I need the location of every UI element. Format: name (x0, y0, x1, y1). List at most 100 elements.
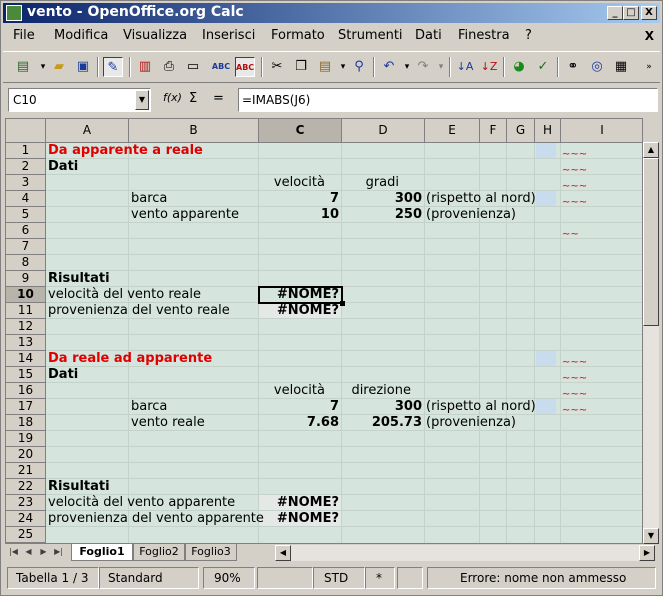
row-header[interactable]: 11 (6, 303, 46, 319)
sheet-tab-foglio2[interactable]: Foglio2 (133, 544, 185, 561)
row-header[interactable]: 15 (6, 367, 46, 383)
cell-a24[interactable]: provenienza del vento apparente (48, 511, 264, 527)
export-pdf-icon[interactable]: ▥ (135, 57, 155, 77)
spellcheck-icon[interactable]: ABC (211, 57, 231, 77)
scroll-right-icon[interactable]: ▶ (639, 545, 655, 561)
cell-d18[interactable]: 205.73 (342, 415, 422, 431)
copy-icon[interactable]: ❐ (291, 57, 311, 77)
last-sheet-icon[interactable]: ▶| (52, 545, 65, 560)
sheet-tab-foglio3[interactable]: Foglio3 (185, 544, 237, 561)
cell-c16[interactable]: velocità (259, 383, 325, 399)
row-header[interactable]: 8 (6, 255, 46, 271)
scroll-left-icon[interactable]: ◀ (275, 545, 291, 561)
function-icon[interactable]: = (213, 91, 224, 106)
cell-c4[interactable]: 7 (259, 191, 339, 207)
cell-a22[interactable]: Risultati (48, 479, 110, 495)
maximize-button[interactable]: □ (623, 6, 639, 20)
row-header[interactable]: 5 (6, 207, 46, 223)
sort-ascending-icon[interactable]: ↓A (455, 57, 475, 77)
edit-file-icon[interactable]: ✎ (103, 57, 123, 77)
cell-b5[interactable]: vento apparente (131, 207, 239, 223)
new-document-icon[interactable]: ▤ (13, 57, 33, 77)
menu-dati[interactable]: Dati (415, 28, 442, 43)
row-header[interactable]: 19 (6, 431, 46, 447)
cell-a14[interactable]: Da reale ad apparente (48, 351, 212, 367)
scroll-down-icon[interactable]: ▼ (643, 528, 659, 544)
open-folder-icon[interactable]: ▰ (49, 57, 69, 77)
cell-e18[interactable]: (provenienza) (426, 415, 516, 431)
vertical-scrollbar[interactable]: ▲ ▼ (643, 142, 659, 544)
cell-e5[interactable]: (provenienza) (426, 207, 516, 223)
cell-a23[interactable]: velocità del vento apparente (48, 495, 235, 511)
row-header[interactable]: 12 (6, 319, 46, 335)
status-selection-mode[interactable]: STD (313, 567, 365, 589)
menu-file[interactable]: File (13, 28, 35, 43)
vertical-scroll-thumb[interactable] (643, 158, 659, 326)
status-page-style[interactable]: Standard (99, 567, 199, 589)
row-header[interactable]: 21 (6, 463, 46, 479)
menu-strumenti[interactable]: Strumenti (338, 28, 403, 43)
redo-icon[interactable]: ↷ (413, 57, 433, 77)
column-header-c[interactable]: C (259, 119, 342, 143)
redo-dropdown-icon[interactable]: ▾ (431, 57, 451, 77)
cell-d4[interactable]: 300 (342, 191, 422, 207)
menu-inserisci[interactable]: Inserisci (202, 28, 255, 43)
select-all-corner[interactable] (6, 119, 46, 143)
row-header[interactable]: 2 (6, 159, 46, 175)
column-header-h[interactable]: H (535, 119, 561, 143)
column-header-e[interactable]: E (425, 119, 480, 143)
column-header-i[interactable]: I (561, 119, 642, 143)
toolbar-more-icon[interactable]: » (639, 57, 659, 77)
cell-d5[interactable]: 250 (342, 207, 422, 223)
status-zoom[interactable]: 90% (203, 567, 255, 589)
cell-a2[interactable]: Dati (48, 159, 78, 175)
cell-e17[interactable]: (rispetto al nord) (426, 399, 536, 415)
row-header[interactable]: 3 (6, 175, 46, 191)
minimize-button[interactable]: _ (607, 6, 623, 20)
menu-help[interactable]: ? (525, 28, 532, 43)
find-icon[interactable]: ⚭ (563, 57, 583, 77)
cell-b17[interactable]: barca (131, 399, 167, 415)
row-header[interactable]: 25 (6, 527, 46, 543)
row-header[interactable]: 16 (6, 383, 46, 399)
cell-c23[interactable]: #NOME? (259, 495, 339, 511)
cell-d17[interactable]: 300 (342, 399, 422, 415)
gallery-icon[interactable]: ▦ (611, 57, 631, 77)
draw-icon[interactable]: ✓ (533, 57, 553, 77)
row-header[interactable]: 18 (6, 415, 46, 431)
menu-finestra[interactable]: Finestra (458, 28, 510, 43)
scroll-up-icon[interactable]: ▲ (643, 142, 659, 158)
chart-icon[interactable]: ◕ (509, 57, 529, 77)
cell-b18[interactable]: vento reale (131, 415, 205, 431)
row-header[interactable]: 4 (6, 191, 46, 207)
cell-c17[interactable]: 7 (259, 399, 339, 415)
name-box-dropdown-icon[interactable]: ▼ (135, 90, 149, 110)
cell-c18[interactable]: 7.68 (259, 415, 339, 431)
row-header[interactable]: 9 (6, 271, 46, 287)
cell-a9[interactable]: Risultati (48, 271, 110, 287)
cell-d3[interactable]: gradi (342, 175, 399, 191)
close-document-icon[interactable]: X (645, 29, 654, 43)
column-header-b[interactable]: B (129, 119, 259, 143)
navigator-icon[interactable]: ◎ (587, 57, 607, 77)
preview-icon[interactable]: ▭ (183, 57, 203, 77)
cell-a11[interactable]: provenienza del vento reale (48, 303, 230, 319)
column-header-d[interactable]: D (342, 119, 425, 143)
sum-icon[interactable]: Σ (189, 91, 197, 106)
cell-c3[interactable]: velocità (259, 175, 325, 191)
column-header-g[interactable]: G (507, 119, 535, 143)
save-icon[interactable]: ▣ (73, 57, 93, 77)
cell-a10[interactable]: velocità del vento reale (48, 287, 201, 303)
print-icon[interactable]: ⎙ (159, 57, 179, 77)
row-header[interactable]: 7 (6, 239, 46, 255)
menu-modifica[interactable]: Modifica (54, 28, 108, 43)
next-sheet-icon[interactable]: ▶ (37, 545, 50, 560)
formula-input[interactable]: =IMABS(J6) (238, 88, 658, 112)
row-header[interactable]: 22 (6, 479, 46, 495)
close-button[interactable]: X (641, 6, 657, 20)
row-header[interactable]: 24 (6, 511, 46, 527)
cell-c11[interactable]: #NOME? (259, 303, 339, 319)
row-header[interactable]: 20 (6, 447, 46, 463)
row-header[interactable]: 14 (6, 351, 46, 367)
sort-descending-icon[interactable]: ↓Z (479, 57, 499, 77)
